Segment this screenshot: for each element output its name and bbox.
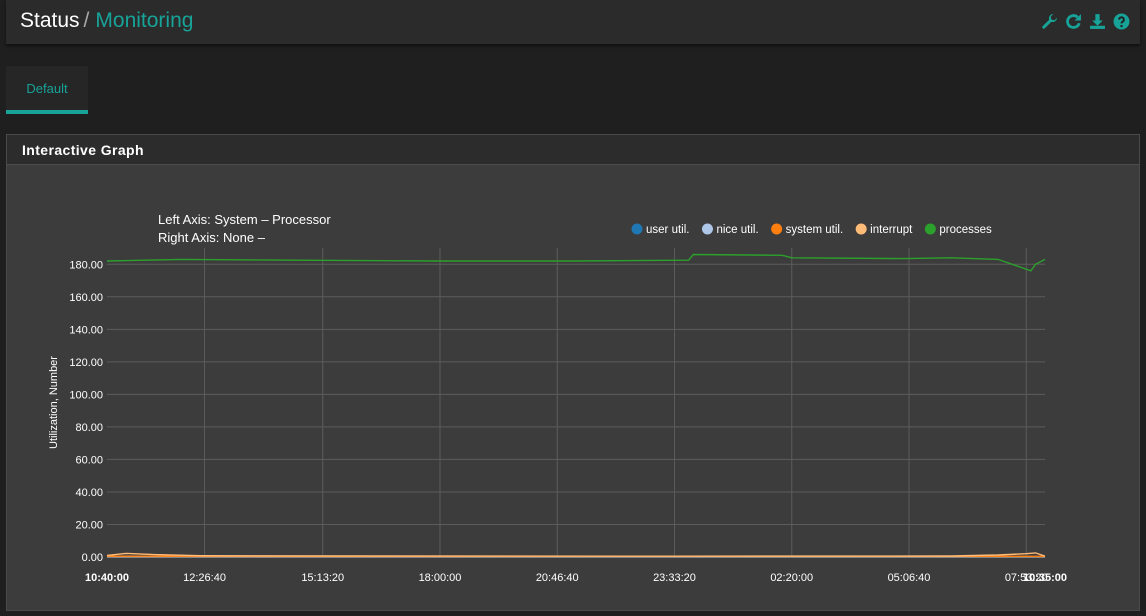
legend-swatch (856, 224, 867, 235)
x-tick-label: 10:35:00 (1023, 572, 1067, 584)
legend-swatch (702, 224, 713, 235)
y-tick-label: 60.00 (75, 454, 103, 466)
legend-item[interactable]: processes (925, 224, 992, 237)
panel-title: Interactive Graph (7, 135, 1139, 165)
chart-series (107, 255, 1045, 557)
legend-label: interrupt (870, 224, 913, 236)
legend-swatch (771, 224, 782, 235)
series-line-processes (107, 255, 1045, 271)
x-tick-label: 02:20:00 (770, 572, 813, 584)
tab-default[interactable]: Default (6, 66, 88, 114)
y-axis-ticks: 0.00 20.00 40.00 60.00 80.00 100.00 120.00 140.… (69, 259, 103, 564)
y-tick-label: 100.00 (69, 389, 103, 401)
right-axis-label: Right Axis: None – (158, 230, 266, 245)
breadcrumb-current[interactable]: Monitoring (95, 9, 193, 32)
refresh-icon[interactable] (1064, 12, 1082, 30)
legend-item[interactable]: interrupt (856, 224, 913, 237)
legend-item[interactable]: system util. (771, 224, 843, 237)
chart-legend: user util. nice util. system util. interrup… (632, 224, 993, 237)
x-axis-ticks: 10:40:00 12:26:40 15:13:20 18:00:00 20:46:40… (85, 572, 1067, 584)
breadcrumb: Status/Monitoring (20, 9, 193, 33)
y-tick-label: 20.00 (75, 519, 103, 531)
legend-swatch (632, 224, 643, 235)
y-tick-label: 80.00 (75, 422, 103, 434)
page-header: Status/Monitoring (6, 0, 1140, 44)
wrench-icon[interactable] (1040, 12, 1058, 30)
x-tick-label: 23:33:20 (653, 572, 696, 584)
legend-item[interactable]: nice util. (702, 224, 759, 237)
breadcrumb-root[interactable]: Status (20, 9, 80, 32)
legend-label: user util. (646, 224, 689, 236)
breadcrumb-separator: / (84, 9, 90, 32)
help-icon[interactable] (1112, 12, 1130, 30)
series-line-interrupt (107, 553, 1045, 556)
legend-label: nice util. (716, 224, 758, 236)
left-axis-label: Left Axis: System – Processor (158, 212, 331, 227)
download-icon[interactable] (1088, 12, 1106, 30)
y-tick-label: 160.00 (69, 292, 103, 304)
legend-label: system util. (786, 224, 844, 236)
header-toolbar (1040, 12, 1130, 30)
x-tick-label: 15:13:20 (301, 572, 344, 584)
y-tick-label: 120.00 (69, 357, 103, 369)
y-tick-label: 40.00 (75, 487, 103, 499)
legend-label: processes (939, 224, 992, 236)
y-axis-title: Utilization, Number (48, 356, 60, 449)
legend-swatch (925, 224, 936, 235)
monitoring-chart[interactable]: Left Axis: System – Processor Right Axis… (7, 165, 1139, 611)
x-tick-label: 20:46:40 (536, 572, 579, 584)
legend-item[interactable]: user util. (632, 224, 690, 237)
chart-grid (107, 248, 1045, 557)
interactive-graph-panel: Interactive Graph Left Axis: System – Pr… (6, 134, 1140, 611)
x-tick-label: 18:00:00 (419, 572, 462, 584)
x-tick-label: 10:40:00 (85, 572, 129, 584)
x-tick-label: 05:06:40 (888, 572, 931, 584)
y-tick-label: 0.00 (82, 552, 103, 564)
x-tick-label: 12:26:40 (183, 572, 226, 584)
y-tick-label: 140.00 (69, 324, 103, 336)
y-tick-label: 180.00 (69, 259, 103, 271)
